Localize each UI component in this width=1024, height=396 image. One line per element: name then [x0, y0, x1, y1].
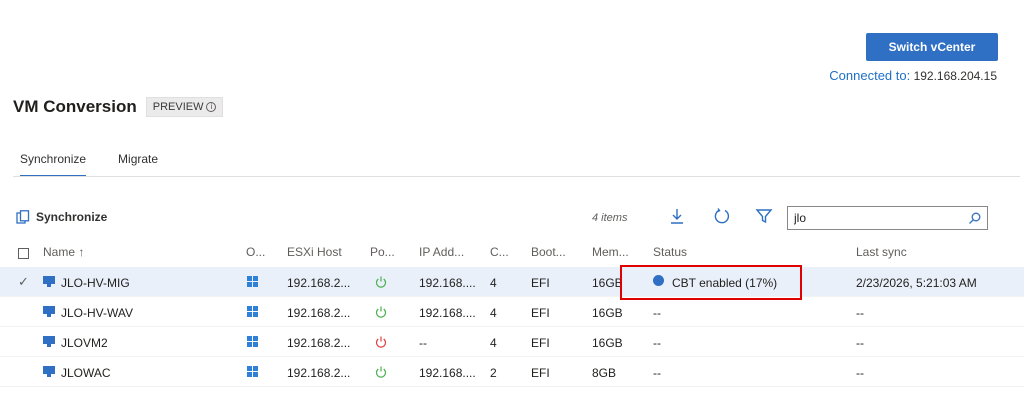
status-text: -- — [653, 366, 661, 380]
search-icon[interactable] — [968, 212, 981, 225]
column-header-boot[interactable]: Boot... — [531, 245, 566, 259]
power-on-icon — [375, 366, 387, 378]
table-row[interactable]: JLO-HV-WAV 192.168.2... 192.168.... 4 EF… — [0, 297, 1024, 327]
power-off-icon — [375, 336, 387, 348]
last-sync: -- — [856, 306, 864, 320]
column-header-memory[interactable]: Mem... — [592, 245, 629, 259]
last-sync: -- — [856, 366, 864, 380]
esxi-host: 192.168.2... — [287, 336, 351, 350]
column-header-os[interactable]: O... — [246, 245, 265, 259]
virtual-machine-icon — [43, 306, 55, 317]
virtual-machine-icon — [43, 366, 55, 377]
download-icon[interactable] — [668, 207, 686, 225]
cpu-count: 4 — [490, 306, 497, 320]
tab-migrate[interactable]: Migrate — [118, 152, 158, 177]
memory: 16GB — [592, 306, 623, 320]
status-text: -- — [653, 306, 661, 320]
connected-value: 192.168.204.15 — [913, 69, 997, 83]
status-text: -- — [653, 336, 661, 350]
vm-name[interactable]: JLO-HV-WAV — [61, 306, 133, 320]
refresh-icon[interactable] — [713, 207, 731, 225]
column-header-name-label: Name — [43, 245, 76, 259]
search-input[interactable] — [794, 211, 968, 225]
search-box — [787, 206, 988, 230]
ip-address: 192.168.... — [419, 276, 476, 290]
virtual-machine-icon — [43, 276, 55, 287]
info-icon: i — [206, 102, 217, 112]
column-header-power[interactable]: Po... — [370, 245, 395, 259]
cpu-count: 2 — [490, 366, 497, 380]
page-title: VM Conversion — [13, 97, 137, 116]
memory: 16GB — [592, 276, 623, 290]
column-header-cpu[interactable]: C... — [490, 245, 509, 259]
column-header-status[interactable]: Status — [653, 245, 687, 259]
esxi-host: 192.168.2... — [287, 306, 351, 320]
filter-icon[interactable] — [755, 207, 773, 225]
windows-icon — [247, 306, 258, 317]
last-sync: 2/23/2026, 5:21:03 AM — [856, 276, 977, 290]
last-sync: -- — [856, 336, 864, 350]
connection-info: Connected to: 192.168.204.15 — [829, 68, 997, 83]
windows-icon — [247, 336, 258, 347]
column-header-name[interactable]: Name ↑ — [43, 245, 84, 259]
cpu-count: 4 — [490, 276, 497, 290]
cpu-count: 4 — [490, 336, 497, 350]
column-header-esxi-host[interactable]: ESXi Host — [287, 245, 342, 259]
checkmark-icon[interactable]: ✓ — [18, 274, 29, 290]
ip-address: 192.168.... — [419, 306, 476, 320]
table-row[interactable]: ✓ JLO-HV-MIG 192.168.2... 192.168.... 4 … — [0, 267, 1024, 297]
vm-name[interactable]: JLOVM2 — [61, 336, 108, 350]
column-header-last-sync[interactable]: Last sync — [856, 245, 907, 259]
connected-label: Connected to: — [829, 68, 911, 83]
memory: 8GB — [592, 366, 617, 380]
table-row[interactable]: JLOWAC 192.168.2... 192.168.... 2 EFI 8G… — [0, 357, 1024, 387]
items-count: 4 items — [592, 212, 628, 224]
boot-type: EFI — [531, 306, 550, 320]
power-on-icon — [375, 276, 387, 288]
table-header: Name ↑ O... ESXi Host Po... IP Add... C.… — [0, 242, 1024, 262]
switch-vcenter-button[interactable]: Switch vCenter — [866, 33, 998, 61]
windows-icon — [247, 276, 258, 287]
title-row: VM Conversion PREVIEW i — [13, 97, 224, 117]
vm-name[interactable]: JLO-HV-MIG — [61, 276, 130, 290]
column-header-ip-address[interactable]: IP Add... — [419, 245, 464, 259]
tab-synchronize[interactable]: Synchronize — [20, 152, 87, 177]
windows-icon — [247, 366, 258, 377]
boot-type: EFI — [531, 276, 550, 290]
status-highlight-box — [620, 265, 802, 300]
boot-type: EFI — [531, 336, 550, 350]
table-row[interactable]: JLOVM2 192.168.2... -- 4 EFI 16GB -- -- — [0, 327, 1024, 357]
boot-type: EFI — [531, 366, 550, 380]
tab-bar: Synchronize Migrate — [20, 152, 158, 177]
sort-up-icon: ↑ — [78, 245, 85, 259]
virtual-machine-icon — [43, 336, 55, 347]
memory: 16GB — [592, 336, 623, 350]
esxi-host: 192.168.2... — [287, 276, 351, 290]
preview-badge[interactable]: PREVIEW i — [145, 97, 224, 117]
synchronize-label: Synchronize — [36, 210, 108, 224]
tabs-divider — [13, 176, 1020, 177]
preview-label: PREVIEW — [152, 101, 204, 113]
copy-icon — [16, 210, 30, 224]
ip-address: -- — [419, 336, 427, 350]
select-all-checkbox[interactable] — [18, 248, 29, 259]
synchronize-button[interactable]: Synchronize — [16, 210, 107, 224]
esxi-host: 192.168.2... — [287, 366, 351, 380]
vm-name[interactable]: JLOWAC — [61, 366, 111, 380]
power-on-icon — [375, 306, 387, 318]
ip-address: 192.168.... — [419, 366, 476, 380]
